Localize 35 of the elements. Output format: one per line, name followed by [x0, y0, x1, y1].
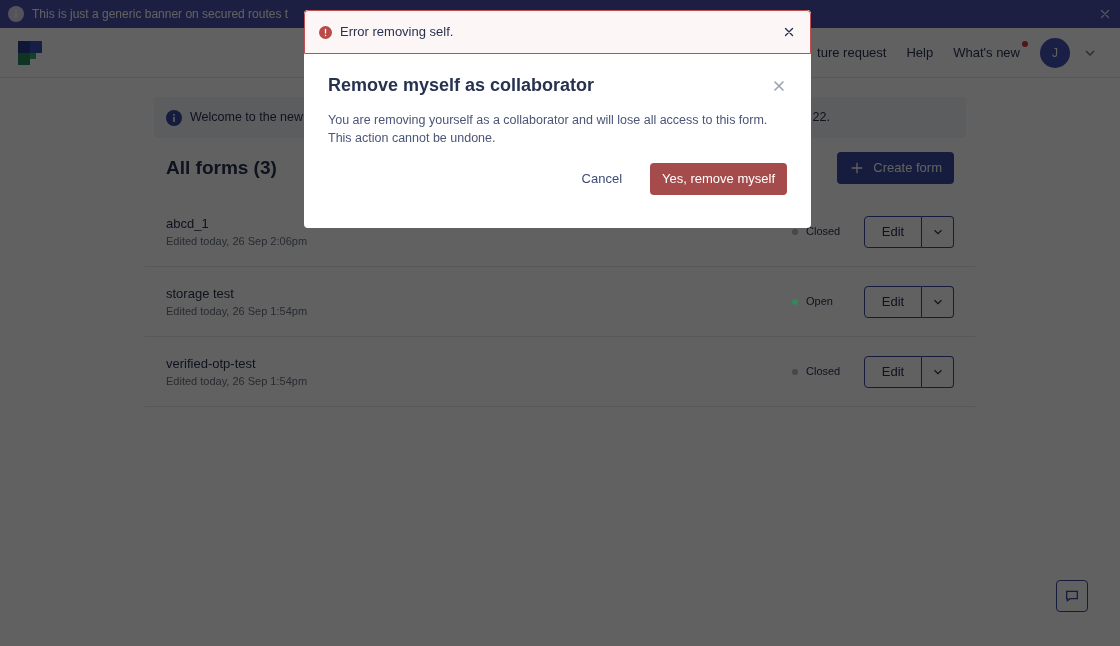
more-options-button[interactable] [922, 285, 954, 318]
status-label: Closed [806, 224, 841, 240]
alert-icon [319, 25, 332, 39]
banner-text: This is just a generic banner on secured routes t [32, 6, 289, 23]
avatar-button[interactable]: J [1040, 37, 1070, 68]
form-name: storage test [166, 284, 235, 303]
close-button[interactable] [782, 25, 796, 39]
confirm-remove-button[interactable]: Yes, remove myself [650, 163, 787, 195]
feedback-button[interactable] [1056, 580, 1088, 612]
toast-message: Error removing self. [340, 23, 454, 42]
welcome-text-end: 22. [812, 109, 830, 127]
more-options-button[interactable] [922, 215, 954, 248]
edit-button[interactable]: Edit [864, 285, 922, 318]
close-icon [782, 25, 796, 39]
nav-link[interactable]: ture request [817, 42, 891, 63]
cancel-button[interactable]: Cancel [569, 163, 635, 195]
dialog-title: Remove myself as collaborator [328, 74, 595, 97]
form-name: abcd_1 [166, 214, 210, 233]
logo-icon [18, 40, 42, 65]
chat-icon [1064, 588, 1080, 604]
nav-link[interactable]: Help [906, 42, 938, 63]
info-icon [166, 109, 182, 126]
forms-heading: All forms (3) [166, 155, 277, 180]
status-label: Open [806, 294, 833, 310]
close-icon [1098, 7, 1112, 21]
welcome-text: Welcome to the new [190, 109, 304, 127]
edit-button[interactable]: Edit [864, 215, 922, 248]
dialog-message: You are removing yourself as a collaborator and will lose all access to this form. This action cannot be undone. [328, 112, 769, 147]
status-label: Closed [806, 364, 841, 380]
edit-button[interactable]: Edit [864, 355, 922, 388]
info-icon [8, 6, 24, 22]
more-options-button[interactable] [922, 355, 954, 388]
create-form-button[interactable]: Create form [837, 152, 954, 184]
form-name: verified-otp-test [166, 354, 257, 373]
nav-link[interactable]: What's new [953, 42, 1024, 63]
